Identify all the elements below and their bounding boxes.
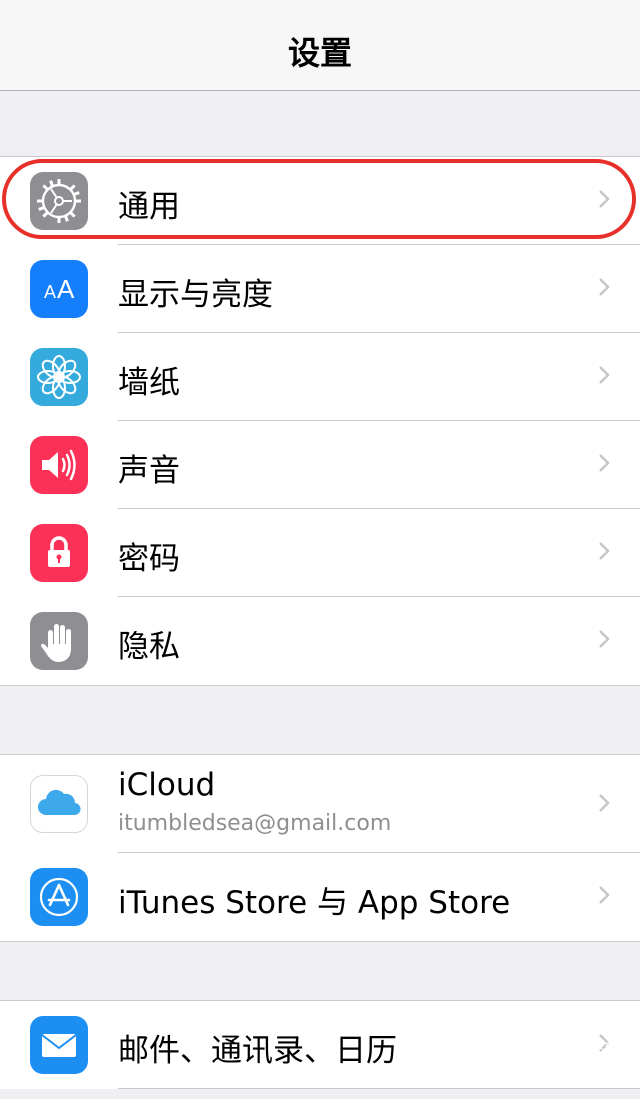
- settings-row-label: 显示与亮度: [118, 277, 273, 313]
- settings-row-wallpaper[interactable]: 墙纸: [0, 333, 640, 421]
- mail-icon: [30, 1016, 88, 1074]
- settings-row-privacy[interactable]: 隐私: [0, 597, 640, 685]
- settings-row-label: 密码: [118, 541, 180, 577]
- hand-icon: [30, 612, 88, 670]
- gear-icon: [30, 172, 88, 230]
- chevron-right-icon: [599, 190, 610, 208]
- page-title: 设置: [287, 34, 352, 72]
- settings-row-display-brightness[interactable]: A A 显示与亮度: [0, 245, 640, 333]
- settings-row-passcode[interactable]: 密码: [0, 509, 640, 597]
- settings-row-label: iCloud: [118, 767, 216, 803]
- svg-text:π: π: [524, 1044, 540, 1069]
- chevron-right-icon: [599, 542, 610, 560]
- text-size-icon: A A: [30, 260, 88, 318]
- settings-group-1: 通用 A A 显示与亮度 墙纸 声音 密码 隐私: [0, 156, 640, 686]
- settings-row-label: 墙纸: [118, 365, 180, 401]
- lock-icon: [30, 524, 88, 582]
- chevron-right-icon: [599, 630, 610, 648]
- settings-row-label: 声音: [118, 453, 180, 489]
- settings-row-label: 隐私: [118, 629, 180, 665]
- settings-row-label: iTunes Store 与 App Store: [118, 885, 511, 921]
- chevron-right-icon: [599, 454, 610, 472]
- settings-row-sounds[interactable]: 声音: [0, 421, 640, 509]
- watermark-logo: π 少数派: [516, 1037, 620, 1073]
- speaker-icon: [30, 436, 88, 494]
- settings-row-icloud[interactable]: iCloud itumbledsea@gmail.com: [0, 755, 640, 853]
- settings-group-2: iCloud itumbledsea@gmail.com iTunes Stor…: [0, 754, 640, 942]
- settings-row-label: 通用: [118, 189, 180, 225]
- settings-row-label: 邮件、通讯录、日历: [118, 1033, 397, 1069]
- flower-icon: [30, 348, 88, 406]
- chevron-right-icon: [599, 278, 610, 296]
- chevron-right-icon: [599, 886, 610, 904]
- chevron-right-icon: [599, 366, 610, 384]
- account-email: itumbledsea@gmail.com: [118, 811, 392, 836]
- app-store-icon: [30, 868, 88, 926]
- navigation-bar: 设置: [0, 0, 640, 91]
- settings-row-itunes-app-store[interactable]: iTunes Store 与 App Store: [0, 853, 640, 941]
- svg-text:A: A: [57, 274, 75, 304]
- chevron-right-icon: [599, 794, 610, 812]
- icloud-icon: [30, 775, 88, 833]
- svg-text:A: A: [44, 282, 56, 302]
- watermark-text: 少数派: [554, 1040, 620, 1065]
- settings-row-general[interactable]: 通用: [0, 157, 640, 245]
